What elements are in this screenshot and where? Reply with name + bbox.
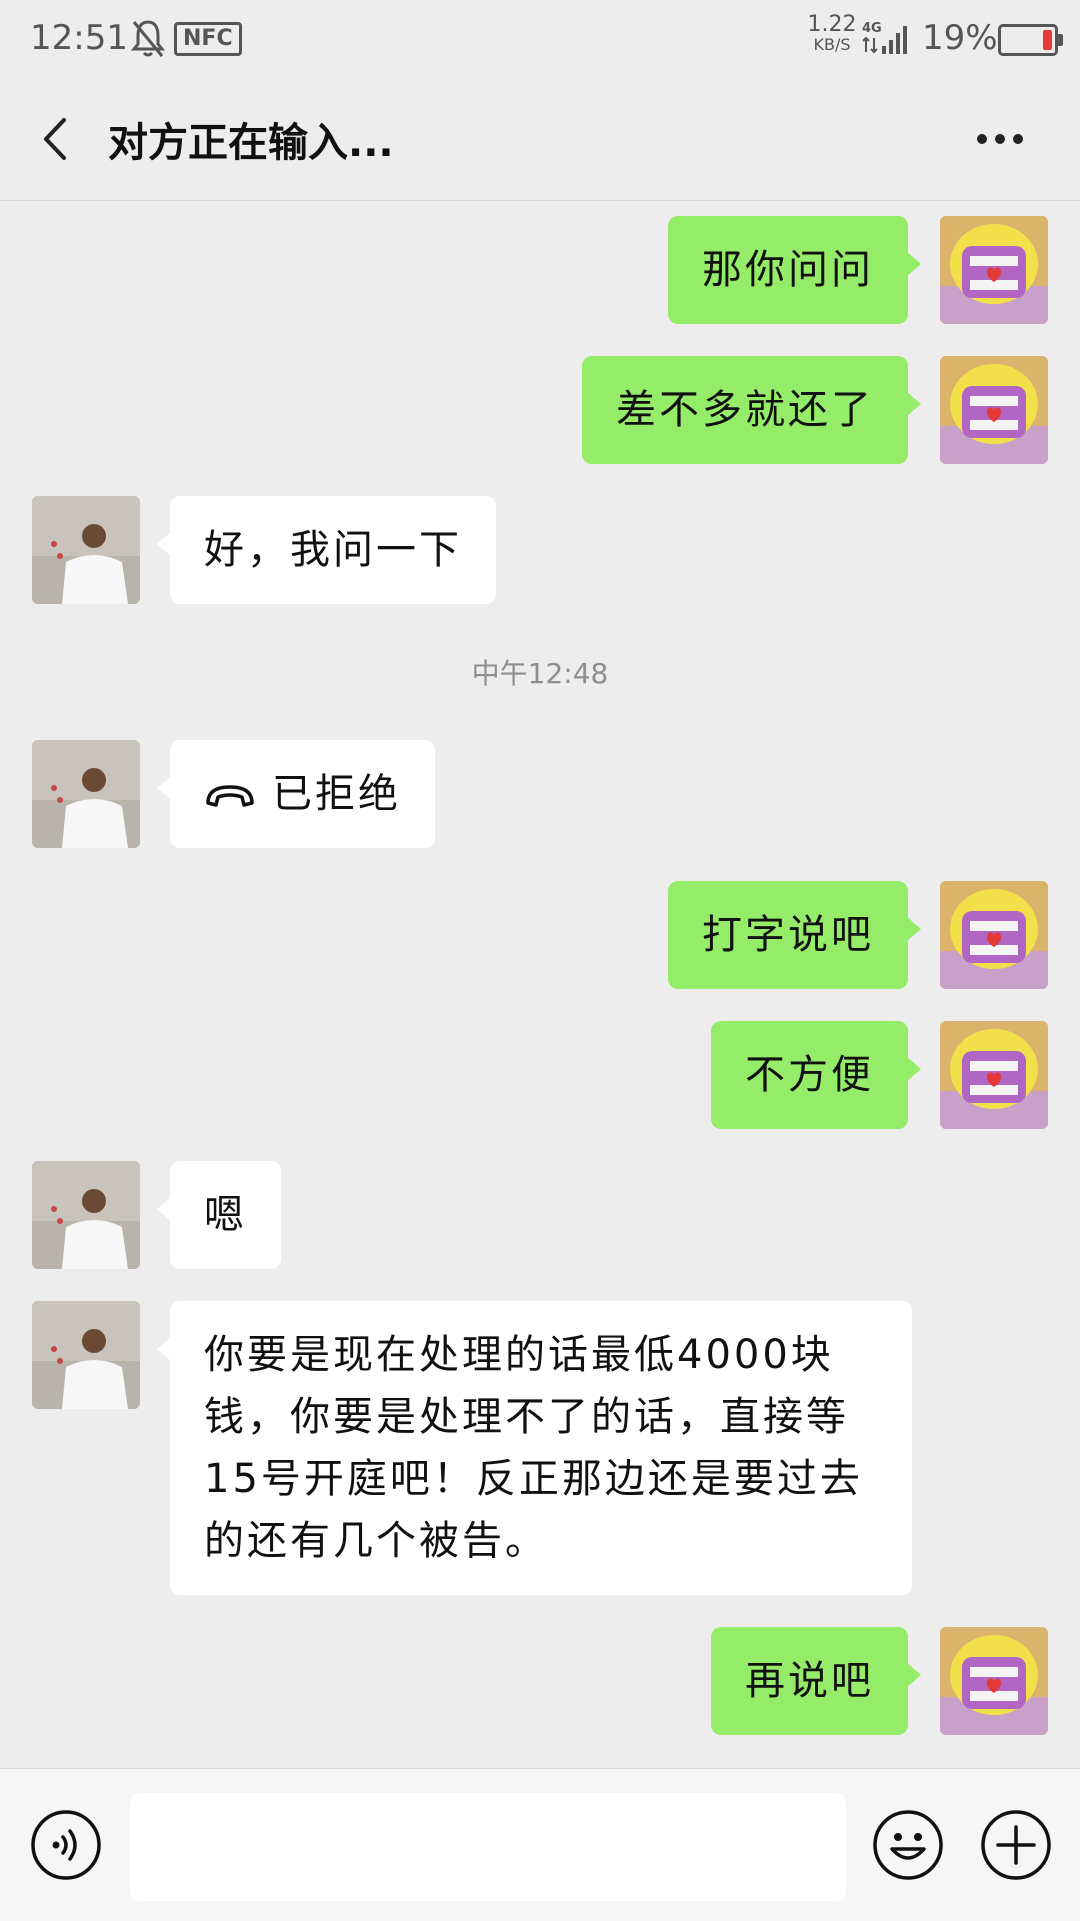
my-avatar[interactable] [940, 356, 1048, 464]
network-type-label: 4G [862, 21, 882, 36]
signal-icon: 4G [862, 21, 907, 54]
my-avatar[interactable] [940, 881, 1048, 989]
contact-avatar[interactable] [32, 496, 140, 604]
my-avatar[interactable] [940, 216, 1048, 324]
bell-muted-icon [130, 20, 166, 57]
my-avatar[interactable] [940, 1021, 1048, 1129]
contact-avatar[interactable] [32, 1161, 140, 1269]
phone-hangup-icon [206, 785, 254, 807]
network-speed-unit: KB/S [813, 35, 851, 54]
call-status-text: 已拒绝 [272, 771, 401, 817]
network-speed-value: 1.22 [807, 12, 857, 37]
message-bubble-mine[interactable]: 再说吧 [711, 1627, 921, 1735]
message-bubble-contact[interactable]: 嗯 [157, 1161, 281, 1269]
message-bubble-contact[interactable]: 你要是现在处理的话最低4000块钱，你要是处理不了的话，直接等15号开庭吧！反正… [157, 1301, 912, 1595]
chat-header: 对方正在输入... [0, 78, 1080, 201]
message-bubble-contact[interactable]: 好，我问一下 [157, 496, 496, 604]
voice-icon[interactable] [30, 1809, 102, 1881]
message-bubble-mine[interactable]: 差不多就还了 [582, 356, 921, 464]
battery-percent: 19% [922, 18, 998, 58]
battery-icon [998, 24, 1063, 56]
plus-icon[interactable] [980, 1809, 1052, 1881]
my-avatar[interactable] [940, 1627, 1048, 1735]
more-dots-icon[interactable] [970, 114, 1030, 164]
emoji-icon[interactable] [872, 1809, 944, 1881]
status-time: 12:51 [30, 18, 128, 58]
status-bar: 12:51 NFC 1.22 KB/S 4G 19% [0, 0, 1080, 78]
input-bar [0, 1768, 1080, 1921]
battery-level [1043, 30, 1052, 50]
network-speed: 1.22 KB/S [800, 14, 864, 54]
message-bubble-mine[interactable]: 打字说吧 [668, 881, 921, 989]
message-input[interactable] [130, 1793, 846, 1901]
chat-title: 对方正在输入... [108, 120, 394, 166]
message-bubble-mine[interactable]: 不方便 [711, 1021, 921, 1129]
call-record-bubble[interactable]: 已拒绝 [157, 740, 435, 848]
chevron-left-icon[interactable] [28, 106, 88, 172]
message-timestamp: 中午12:48 [471, 657, 609, 690]
contact-avatar[interactable] [32, 1301, 140, 1409]
message-bubble-mine[interactable]: 那你问问 [668, 216, 921, 324]
contact-avatar[interactable] [32, 740, 140, 848]
nfc-indicator: NFC [174, 22, 242, 56]
